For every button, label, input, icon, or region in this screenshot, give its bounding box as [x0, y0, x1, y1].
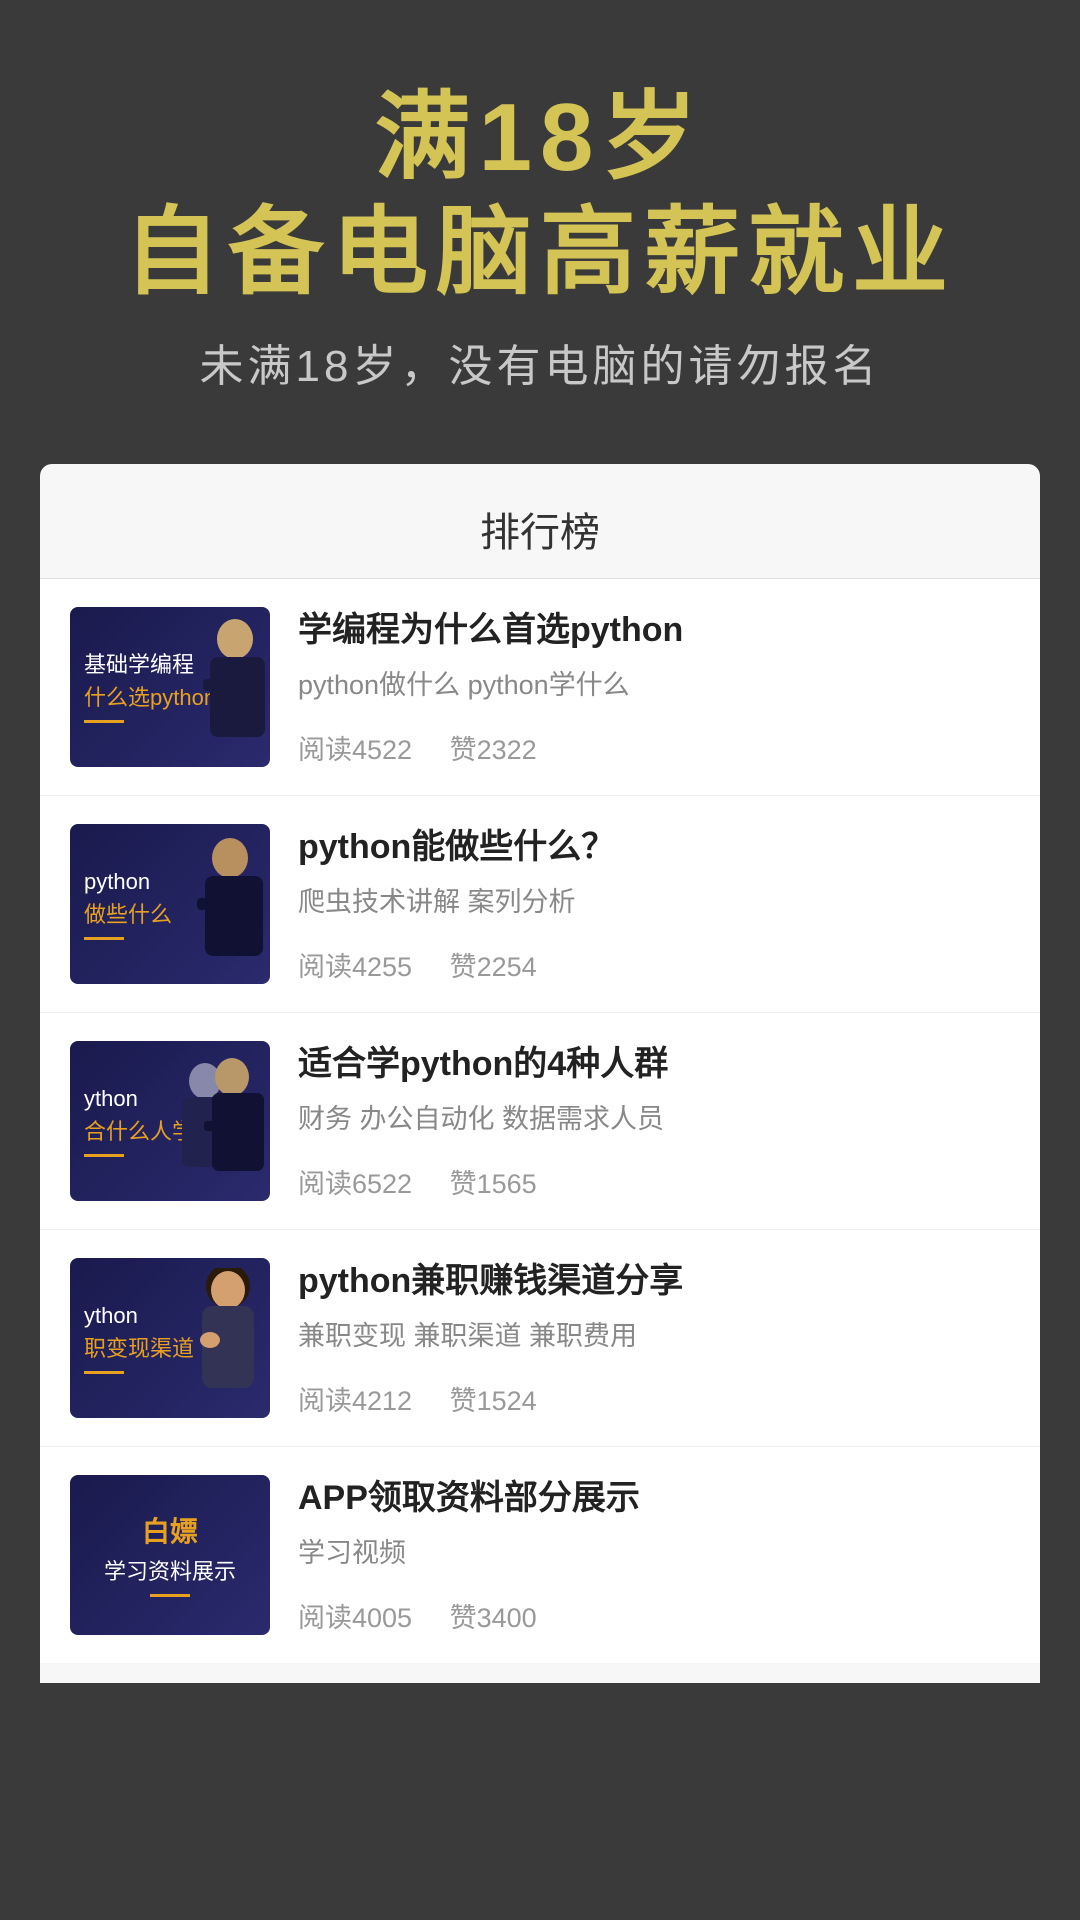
item-content: 适合学python的4种人群 财务 办公自动化 数据需求人员 阅读6522 赞1… [298, 1041, 1010, 1201]
item-stats: 阅读4522 赞2322 [298, 712, 1010, 767]
ranking-container: 排行榜 基础学编程 什么选python [40, 464, 1040, 1683]
item-tags: python做什么 python学什么 [298, 665, 1010, 706]
item-tags: 兼职变现 兼职渠道 兼职费用 [298, 1316, 1010, 1357]
thumbnail-1: 基础学编程 什么选python [70, 607, 270, 767]
item-title: 适合学python的4种人群 [298, 1041, 1010, 1089]
item-tags: 学习视频 [298, 1533, 1010, 1574]
like-count: 赞3400 [450, 1603, 537, 1633]
item-stats: 阅读4005 赞3400 [298, 1580, 1010, 1635]
item-stats: 阅读6522 赞1565 [298, 1146, 1010, 1201]
item-tags: 爬虫技术讲解 案列分析 [298, 882, 1010, 923]
list-item[interactable]: python 做些什么 python能做些什么？ 爬虫技术讲解 案列分析 [40, 796, 1040, 1013]
list-item[interactable]: 基础学编程 什么选python [40, 579, 1040, 796]
like-count: 赞1565 [450, 1169, 537, 1199]
like-count: 赞2322 [450, 735, 537, 765]
thumbnail-3: ython 合什么人学习 [70, 1041, 270, 1201]
list-item[interactable]: ython 合什么人学习 [40, 1013, 1040, 1230]
item-content: python兼职赚钱渠道分享 兼职变现 兼职渠道 兼职费用 阅读4212 赞15… [298, 1258, 1010, 1418]
hero-section: 满18岁 自备电脑高薪就业 未满18岁，没有电脑的请勿报名 [0, 0, 1080, 444]
item-title: python兼职赚钱渠道分享 [298, 1258, 1010, 1306]
like-count: 赞1524 [450, 1386, 537, 1416]
thumbnail-big-text: 白嫖 [104, 1514, 236, 1550]
item-stats: 阅读4212 赞1524 [298, 1363, 1010, 1418]
read-count: 阅读6522 [298, 1169, 412, 1199]
item-title: python能做些什么？ [298, 824, 1010, 872]
thumbnail-5: 白嫖 学习资料展示 [70, 1475, 270, 1635]
item-content: 学编程为什么首选python python做什么 python学什么 阅读452… [298, 607, 1010, 767]
like-count: 赞2254 [450, 952, 537, 982]
item-title: APP领取资料部分展示 [298, 1475, 1010, 1523]
read-count: 阅读4212 [298, 1386, 412, 1416]
hero-title: 满18岁 自备电脑高薪就业 [40, 80, 1040, 310]
item-content: python能做些什么？ 爬虫技术讲解 案列分析 阅读4255 赞2254 [298, 824, 1010, 984]
thumbnail-2: python 做些什么 [70, 824, 270, 984]
ranking-list: 基础学编程 什么选python [40, 579, 1040, 1663]
item-tags: 财务 办公自动化 数据需求人员 [298, 1099, 1010, 1140]
thumbnail-sub-text: 学习资料展示 [104, 1554, 236, 1586]
ranking-header: 排行榜 [40, 464, 1040, 579]
hero-subtitle: 未满18岁，没有电脑的请勿报名 [40, 330, 1040, 394]
item-content: APP领取资料部分展示 学习视频 阅读4005 赞3400 [298, 1475, 1010, 1635]
read-count: 阅读4522 [298, 735, 412, 765]
list-item[interactable]: 白嫖 学习资料展示 APP领取资料部分展示 学习视频 阅读4005 赞3400 [40, 1447, 1040, 1663]
item-stats: 阅读4255 赞2254 [298, 929, 1010, 984]
list-item[interactable]: ython 职变现渠道 [40, 1230, 1040, 1447]
read-count: 阅读4255 [298, 952, 412, 982]
read-count: 阅读4005 [298, 1603, 412, 1633]
thumbnail-4: ython 职变现渠道 [70, 1258, 270, 1418]
item-title: 学编程为什么首选python [298, 607, 1010, 655]
